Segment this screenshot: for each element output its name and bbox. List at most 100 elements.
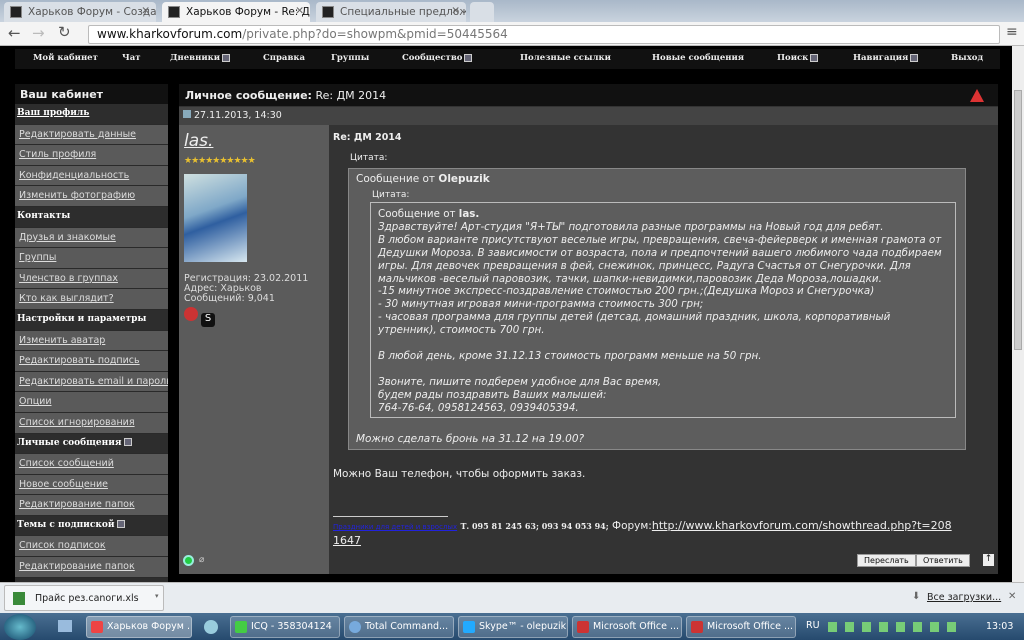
browser-tab[interactable]: Харьков Форум - Создат ✕ (4, 2, 156, 22)
dropdown-icon[interactable]: ▾ (155, 592, 159, 600)
message-body: Re: ДМ 2014 Цитата: Сообщение от Olepuzi… (333, 125, 998, 574)
nav-logout[interactable]: Выход (951, 53, 983, 63)
sidebar-item[interactable]: Список подписок (15, 536, 168, 558)
outer-quote-text: Можно сделать бронь на 31.12 на 19.00? (356, 433, 585, 445)
inner-quote: Сообщение от las. Здравствуйте! Арт-студ… (370, 202, 956, 418)
nav-navigation[interactable]: Навигация (853, 53, 919, 63)
nav-my-cabinet[interactable]: Мой кабинет (33, 53, 98, 63)
sidebar-item[interactable]: Новое сообщение (15, 474, 168, 496)
taskbar-item[interactable]: Microsoft Office ... (686, 616, 796, 638)
back-icon[interactable]: ← (8, 24, 21, 42)
scrollbar-thumb[interactable] (1014, 90, 1022, 350)
sidebar-item[interactable]: Конфиденциальность (15, 165, 168, 187)
user-info-column: las. ★★★★★★★★★★ Регистрация: 23.02.2011 … (179, 125, 329, 574)
pinned-app-icon[interactable] (204, 620, 218, 634)
forward-icon[interactable]: → (32, 24, 45, 42)
sidebar-item[interactable]: Изменить фотографию (15, 186, 168, 207)
taskbar-item[interactable]: Skype™ - olepuzik (458, 616, 568, 638)
nav-community[interactable]: Сообщество (402, 53, 473, 63)
sidebar-item[interactable]: Редактировать данные (15, 124, 168, 146)
quote-line: утренник), стоимость 700 грн. (378, 324, 545, 337)
collapse-icon[interactable] (123, 438, 132, 446)
sidebar-item[interactable]: Друзья и знакомые (15, 227, 168, 249)
sidebar-item[interactable]: Редактировать email и пароль (15, 371, 168, 393)
quote-line: будем рады поздравить Ваших малышей: (378, 388, 607, 401)
start-button[interactable] (4, 614, 36, 640)
nav-search[interactable]: Поиск (777, 53, 819, 63)
taskbar-item[interactable]: Total Command... (344, 616, 454, 638)
favicon-icon (322, 6, 334, 18)
nav-label: Дневники (170, 53, 221, 63)
quote-line: игры. Для девочек превращения в фей, сне… (378, 259, 911, 272)
sidebar-item[interactable]: Редактирование папок (15, 557, 168, 578)
close-icon[interactable]: ✕ (1008, 591, 1016, 602)
icq-icon[interactable] (184, 307, 198, 321)
close-icon[interactable]: ✕ (451, 5, 460, 17)
browser-tab[interactable]: Специальные предложе ✕ (316, 2, 466, 22)
reply-button[interactable]: Ответить (916, 554, 970, 567)
taskbar-item[interactable]: Microsoft Office ... (572, 616, 682, 638)
message-date-row: 27.11.2013, 14:30 (179, 107, 998, 125)
signature-link[interactable]: Праздники для детей и взрослых (333, 523, 457, 531)
quote-line: -15 минутное экспресс-поздравление стоим… (378, 285, 875, 298)
nav-useful-links[interactable]: Полезные ссылки (520, 53, 611, 63)
all-downloads-link[interactable]: Все загрузки... (927, 592, 1001, 603)
sidebar-item[interactable]: Редактирование папок (15, 495, 168, 516)
nav-label: Поиск (777, 53, 809, 63)
sidebar-item-label: Личные сообщения (17, 437, 122, 448)
pinned-app-icon[interactable] (58, 620, 72, 632)
download-item[interactable]: Прайс рез.canoги.xls ▾ (4, 585, 164, 611)
clock[interactable]: 13:03 (986, 621, 1013, 632)
nav-help[interactable]: Справка (263, 53, 305, 63)
post-icon (183, 110, 191, 118)
reload-icon[interactable]: ↻ (58, 23, 71, 41)
tab-label: Харьков Форум - Создат (28, 6, 156, 18)
language-indicator[interactable]: RU (806, 620, 820, 631)
sidebar-item[interactable]: Группы (15, 248, 168, 269)
address-bar[interactable]: www.kharkovforum.com/private.php?do=show… (88, 25, 1000, 44)
taskbar-label: Skype™ - olepuzik (479, 621, 567, 632)
menu-icon[interactable]: ≡ (1006, 24, 1018, 40)
quote-line: - 30 минутная игровая мини-программа сто… (378, 298, 704, 311)
tray-icons[interactable] (828, 622, 958, 632)
sidebar-item[interactable]: Членство в группах (15, 268, 168, 290)
sidebar-item-label: Редактировать email и пароль (19, 375, 168, 387)
sidebar-section-header[interactable]: Ваш профиль (15, 104, 168, 125)
sidebar-item-label: Новое сообщение (19, 478, 108, 490)
outer-quote: Сообщение от Olepuzik Цитата: Сообщение … (348, 168, 966, 450)
forward-button[interactable]: Переслать (857, 554, 916, 567)
office-icon (577, 621, 589, 633)
taskbar-item[interactable]: ICQ - 358304124 (230, 616, 340, 638)
sidebar-item[interactable]: Стиль профиля (15, 145, 168, 166)
report-warning-icon[interactable] (970, 89, 984, 102)
sidebar-item[interactable]: Опции (15, 392, 168, 413)
sidebar-item[interactable]: Список игнорирования (15, 412, 168, 434)
sidebar-section-header[interactable]: Настройки и параметры (15, 309, 168, 331)
quote-line: Звоните, пишите подберем удобное для Вас… (378, 375, 662, 388)
scroll-top-icon[interactable]: ↑ (983, 554, 994, 566)
sidebar-item-label: Стиль профиля (19, 149, 97, 161)
nav-chat[interactable]: Чат (122, 53, 141, 63)
sidebar-section-header[interactable]: Темы с подпиской (15, 515, 168, 537)
sidebar-item[interactable]: Изменить аватар (15, 330, 168, 352)
collapse-icon[interactable] (116, 520, 125, 529)
sidebar-item[interactable]: Кто как выглядит? (15, 289, 168, 310)
close-icon[interactable]: ✕ (295, 5, 304, 17)
sidebar-item[interactable]: Список сообщений (15, 454, 168, 475)
favicon-icon (10, 6, 22, 18)
user-avatar[interactable] (184, 174, 247, 262)
nav-groups[interactable]: Группы (331, 53, 369, 63)
dropdown-icon (222, 53, 231, 62)
new-tab-button[interactable] (470, 2, 494, 22)
nav-diaries[interactable]: Дневники (170, 53, 231, 63)
browser-tab-active[interactable]: Харьков Форум - Re: ДМ ✕ (162, 2, 310, 22)
skype-icon[interactable]: S (201, 313, 216, 327)
sidebar-item[interactable]: Редактировать подпись (15, 351, 168, 372)
taskbar-label: Microsoft Office ... (593, 621, 680, 632)
close-icon[interactable]: ✕ (141, 5, 150, 17)
sidebar-section-header[interactable]: Личные сообщения (15, 433, 168, 455)
username-link[interactable]: las. (184, 131, 324, 151)
sidebar-section-header[interactable]: Контакты (15, 206, 168, 228)
nav-new-posts[interactable]: Новые сообщения (652, 53, 744, 63)
taskbar-item[interactable]: Харьков Форум ... (86, 616, 192, 638)
